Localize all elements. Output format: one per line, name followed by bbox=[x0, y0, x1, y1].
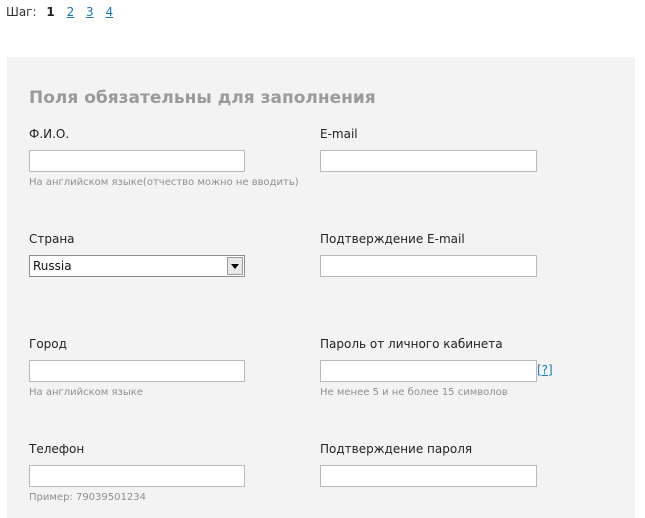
password-hint: Не менее 5 и не более 15 символов bbox=[320, 387, 508, 398]
email-input[interactable] bbox=[320, 150, 537, 172]
password-confirm-label: Подтверждение пароля bbox=[320, 442, 473, 456]
fio-hint: На английском языке(отчество можно не вв… bbox=[29, 177, 299, 188]
step-navigation: Шаг: 1 2 3 4 bbox=[6, 5, 113, 19]
email-label: E-mail bbox=[320, 127, 358, 141]
email-confirm-label: Подтверждение E-mail bbox=[320, 232, 465, 246]
city-label: Город bbox=[29, 337, 67, 351]
city-input[interactable] bbox=[29, 360, 245, 382]
step-link-3[interactable]: 3 bbox=[86, 5, 94, 19]
country-selected-value: Russia bbox=[33, 259, 72, 273]
country-label: Страна bbox=[29, 232, 75, 246]
step-link-4[interactable]: 4 bbox=[106, 5, 114, 19]
password-label: Пароль от личного кабинета bbox=[320, 337, 503, 351]
password-help-link[interactable]: [?] bbox=[537, 363, 553, 377]
country-select[interactable]: Russia bbox=[29, 255, 245, 277]
step-label: Шаг: bbox=[6, 5, 37, 19]
phone-hint: Пример: 79039501234 bbox=[29, 492, 146, 503]
fio-label: Ф.И.О. bbox=[29, 127, 70, 141]
password-input[interactable] bbox=[320, 360, 537, 382]
password-confirm-input[interactable] bbox=[320, 465, 537, 487]
step-current: 1 bbox=[46, 5, 55, 19]
form-title: Поля обязательны для заполнения bbox=[29, 88, 376, 108]
city-hint: На английском языке bbox=[29, 387, 143, 398]
step-link-2[interactable]: 2 bbox=[67, 5, 75, 19]
registration-form-panel: Поля обязательны для заполнения Ф.И.О. Н… bbox=[7, 57, 635, 518]
phone-input[interactable] bbox=[29, 465, 245, 487]
phone-label: Телефон bbox=[29, 442, 85, 456]
fio-input[interactable] bbox=[29, 150, 245, 172]
chevron-down-icon[interactable] bbox=[227, 257, 243, 275]
email-confirm-input[interactable] bbox=[320, 255, 537, 277]
